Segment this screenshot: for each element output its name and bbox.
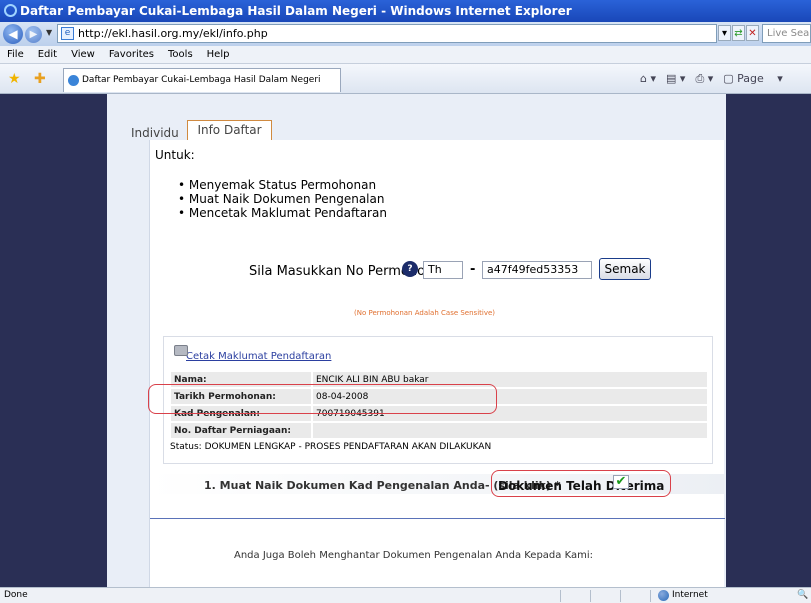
address-url: http://ekl.hasil.org.my/ekl/info.php [78,27,268,40]
list-item: Muat Naik Dokumen Pengenalan [178,192,387,206]
search-input[interactable]: Live Search [762,24,811,43]
prefix-input[interactable]: Th [423,261,463,279]
menu-file[interactable]: File [0,46,31,64]
case-sensitive-note: (No Permohonan Adalah Case Sensitive) [354,309,496,317]
menu-tools[interactable]: Tools [161,46,200,64]
status-done: Done [4,590,28,600]
info-icon[interactable]: ? [402,261,418,277]
tab-info-daftar[interactable]: Info Daftar [187,120,272,140]
page-menu-label: Page [737,72,764,85]
table-row: No. Daftar Perniagaan: [171,423,707,438]
menu-view[interactable]: View [64,46,102,64]
menu-favorites[interactable]: Favorites [102,46,161,64]
home-icon[interactable]: ⌂ ▾ [640,72,656,85]
dropdown-icon[interactable]: ▾ [718,25,731,41]
security-zone[interactable]: Internet [658,588,708,603]
tab-individu[interactable]: Individu [131,126,179,140]
divider [590,590,591,602]
divider [620,590,621,602]
zoom-icon[interactable]: 🔍 [797,588,808,603]
content-panel: Untuk: Menyemak Status Permohonan Muat N… [148,140,725,587]
menu-bar: File Edit View Favorites Tools Help [0,46,811,64]
command-bar: ★ ✚ Daftar Pembayar Cukai-Lembaga Hasil … [0,64,811,94]
ie-logo-icon [4,4,17,17]
semak-button[interactable]: Semak [599,258,651,280]
browser-tab-title: Daftar Pembayar Cukai-Lembaga Hasil Dala… [82,75,321,85]
status-text: Status: DOKUMEN LENGKAP - PROSES PENDAFT… [170,442,492,452]
menu-help[interactable]: Help [200,46,237,64]
forward-arrow-icon[interactable]: ▶ [25,26,42,43]
status-bar: Done Internet 🔍 [0,587,811,603]
send-documents-text: Anda Juga Boleh Menghantar Dokumen Penge… [234,550,593,561]
row-value [313,423,707,438]
purpose-list: Menyemak Status Permohonan Muat Naik Dok… [178,178,387,220]
application-number-input[interactable]: a47f49fed53353 [482,261,592,279]
favorites-star-icon[interactable]: ★ [8,71,21,87]
globe-icon [658,590,669,601]
print-icon[interactable]: ⎙ ▾ [695,72,713,85]
page-viewport: Individu Info Daftar Untuk: Menyemak Sta… [0,94,811,587]
address-buttons: ▾ ⇄ ✕ [718,25,760,43]
address-row: ◀ ▶ ▼ e http://ekl.hasil.org.my/ekl/info… [0,22,811,46]
print-registration-label: Cetak Maklumat Pendaftaran [186,351,332,362]
feeds-icon[interactable]: ▤ ▾ [666,72,685,85]
page-menu[interactable]: ▢ Page ▾ [723,72,783,85]
row-label: No. Daftar Perniagaan: [171,423,311,438]
page-body: Individu Info Daftar Untuk: Menyemak Sta… [107,94,726,587]
untuk-label: Untuk: [155,148,195,162]
browser-tab[interactable]: Daftar Pembayar Cukai-Lembaga Hasil Dala… [63,68,341,92]
list-item: Menyemak Status Permohonan [178,178,387,192]
status-highlight [148,384,497,414]
divider [560,590,561,602]
history-dropdown-icon[interactable]: ▼ [46,28,52,37]
refresh-icon[interactable]: ⇄ [732,25,745,41]
list-item: Mencetak Maklumat Pendaftaran [178,206,387,220]
tab-favicon-icon [68,75,79,86]
page-icon: e [61,27,74,40]
print-registration-link[interactable]: Cetak Maklumat Pendaftaran [174,345,332,362]
printer-icon [174,345,188,356]
zone-label: Internet [672,590,708,600]
back-arrow-icon[interactable]: ◀ [3,24,23,44]
stop-icon[interactable]: ✕ [746,25,759,41]
window-title-bar: Daftar Pembayar Cukai-Lembaga Hasil Dala… [0,0,811,22]
divider [150,518,725,519]
window-title: Daftar Pembayar Cukai-Lembaga Hasil Dala… [20,4,572,18]
command-icons: ⌂ ▾ ▤ ▾ ⎙ ▾ ▢ Page ▾ [640,72,793,86]
menu-edit[interactable]: Edit [31,46,64,64]
separator-dash: - [470,262,476,277]
address-bar[interactable]: e http://ekl.hasil.org.my/ekl/info.php [57,24,717,43]
received-highlight [491,470,671,497]
divider [650,590,651,602]
add-favorite-icon[interactable]: ✚ [34,71,46,87]
